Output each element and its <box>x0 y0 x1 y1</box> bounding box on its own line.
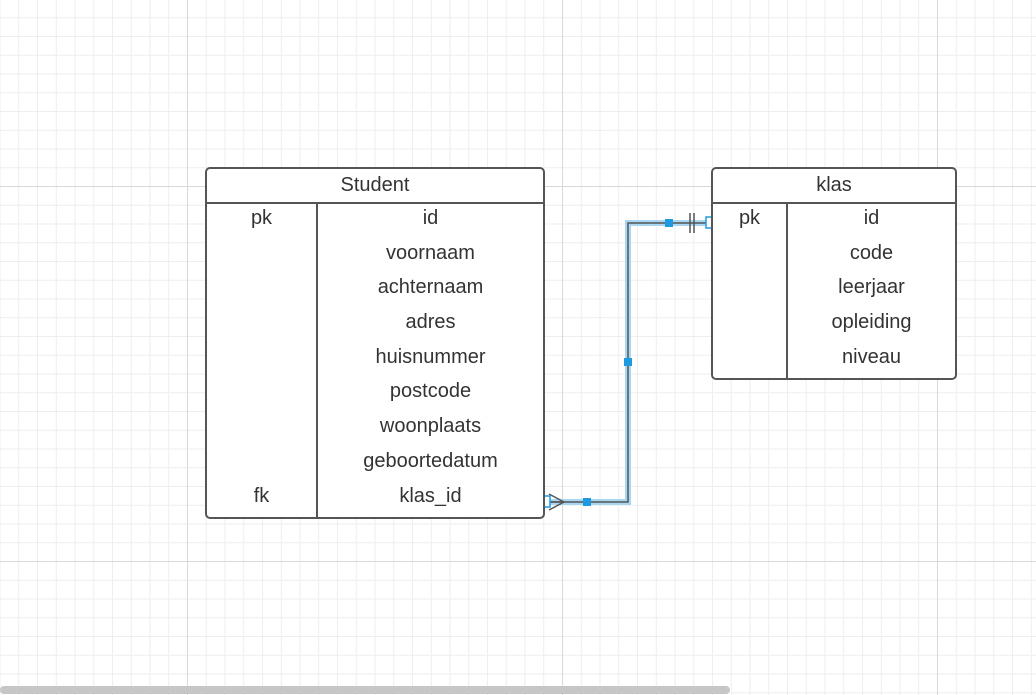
student-field-huisnummer[interactable]: huisnummer <box>318 343 543 378</box>
entity-klas-title: klas <box>713 169 955 204</box>
klas-key-id: pk <box>738 207 761 229</box>
student-key-klas-id: fk <box>253 484 270 507</box>
entity-student[interactable]: Student pk fk id voornaam achternaam adr… <box>205 167 545 519</box>
klas-field-leerjaar[interactable]: leerjaar <box>788 273 955 308</box>
klas-field-niveau[interactable]: niveau <box>788 343 955 378</box>
klas-field-code[interactable]: code <box>788 239 955 274</box>
student-key-achternaam <box>207 273 316 308</box>
student-key-postcode <box>207 377 316 412</box>
student-field-adres[interactable]: adres <box>318 308 543 343</box>
klas-field-opleiding[interactable]: opleiding <box>788 308 955 343</box>
klas-key-niveau <box>713 343 786 378</box>
student-key-huisnummer <box>207 343 316 378</box>
midpoint-handle-top[interactable] <box>665 219 673 227</box>
horizontal-scrollbar[interactable] <box>0 686 730 694</box>
student-field-voornaam[interactable]: voornaam <box>318 239 543 274</box>
student-key-column: pk fk <box>207 204 318 517</box>
entity-student-body: pk fk id voornaam achternaam adres huisn… <box>207 204 543 517</box>
student-field-id[interactable]: id <box>318 204 543 239</box>
student-key-adres <box>207 308 316 343</box>
klas-key-code <box>713 239 786 274</box>
entity-klas[interactable]: klas pk id code leerjaar opleiding nivea… <box>711 167 957 380</box>
klas-key-leerjaar <box>713 273 786 308</box>
klas-field-column: id code leerjaar opleiding niveau <box>788 204 955 378</box>
student-field-klas-id[interactable]: klas_id <box>318 482 543 517</box>
diagram-canvas[interactable]: Student pk fk id voornaam achternaam adr… <box>0 0 1036 695</box>
entity-student-title: Student <box>207 169 543 204</box>
crows-foot-many-end <box>548 493 566 511</box>
klas-field-id[interactable]: id <box>788 204 955 239</box>
midpoint-handle-bottom[interactable] <box>583 498 591 506</box>
student-key-geboortedatum <box>207 447 316 482</box>
entity-klas-body: pk id code leerjaar opleiding niveau <box>713 204 955 378</box>
student-field-achternaam[interactable]: achternaam <box>318 273 543 308</box>
midpoint-handle-vertical[interactable] <box>624 358 632 366</box>
student-key-woonplaats <box>207 412 316 447</box>
student-field-column: id voornaam achternaam adres huisnummer … <box>318 204 543 517</box>
klas-key-opleiding <box>713 308 786 343</box>
student-field-postcode[interactable]: postcode <box>318 377 543 412</box>
student-key-voornaam <box>207 239 316 274</box>
student-field-geboortedatum[interactable]: geboortedatum <box>318 447 543 482</box>
student-field-woonplaats[interactable]: woonplaats <box>318 412 543 447</box>
klas-key-column: pk <box>713 204 788 378</box>
student-key-id: pk <box>250 207 273 229</box>
